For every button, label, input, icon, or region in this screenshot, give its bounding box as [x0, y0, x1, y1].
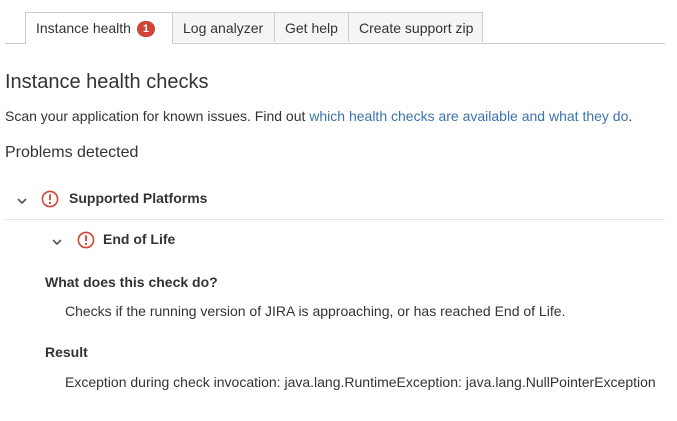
error-circle-icon [41, 190, 59, 208]
check-group-supported-platforms[interactable]: Supported Platforms [69, 189, 207, 207]
result-heading: Result [45, 344, 88, 360]
tab-log-analyzer[interactable]: Log analyzer [173, 12, 275, 42]
problem-count-badge: 1 [136, 21, 155, 37]
chevron-down-icon[interactable] [51, 235, 63, 247]
what-does-check-do-heading: What does this check do? [45, 274, 218, 290]
divider [5, 219, 665, 220]
check-item-end-of-life[interactable]: End of Life [103, 230, 175, 248]
tab-label: Log analyzer [183, 20, 264, 36]
intro-description: Scan your application for known issues. … [5, 108, 310, 124]
tab-bar: Instance health 1 Log analyzer Get help C… [5, 12, 665, 44]
tab-label: Create support zip [359, 20, 474, 36]
tab-label: Get help [285, 20, 338, 36]
error-circle-icon [77, 231, 95, 249]
result-text: Exception during check invocation: java.… [65, 374, 656, 390]
intro-text: Scan your application for known issues. … [5, 107, 632, 125]
chevron-down-icon[interactable] [16, 194, 28, 206]
check-description: Checks if the running version of JIRA is… [65, 303, 566, 319]
tab-create-support-zip[interactable]: Create support zip [349, 12, 483, 42]
problems-heading: Problems detected [5, 144, 139, 161]
tab-instance-health[interactable]: Instance health 1 [25, 12, 173, 44]
tab-get-help[interactable]: Get help [274, 12, 349, 42]
intro-period: . [628, 108, 633, 124]
tab-label: Instance health [36, 20, 131, 36]
page-title: Instance health checks [5, 71, 209, 93]
health-checks-info-link[interactable]: which health checks are available and wh… [309, 108, 628, 124]
